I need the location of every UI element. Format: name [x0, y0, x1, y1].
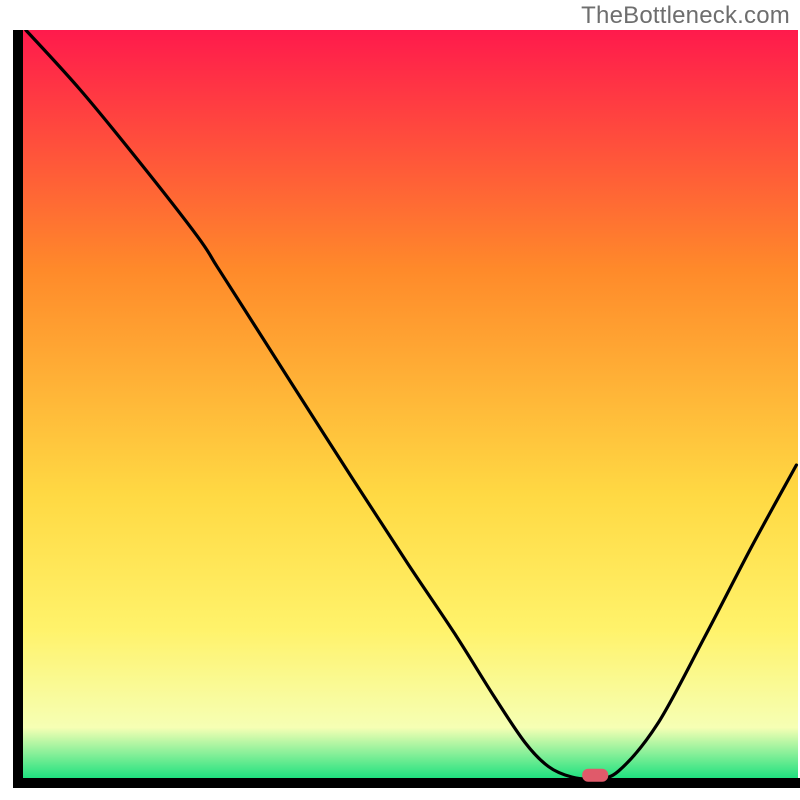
optimal-marker: [582, 769, 608, 782]
chart-container: TheBottleneck.com: [0, 0, 800, 800]
bottleneck-chart: [0, 0, 800, 800]
watermark-text: TheBottleneck.com: [581, 2, 790, 30]
plot-background: [18, 30, 798, 780]
